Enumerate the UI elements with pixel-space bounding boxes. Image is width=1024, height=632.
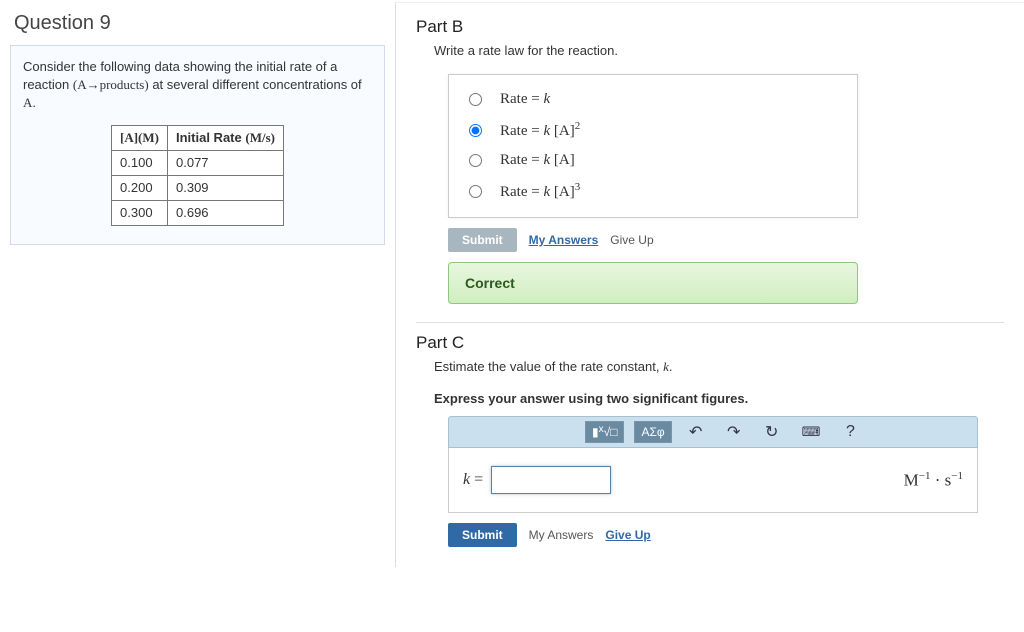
give-up-link[interactable]: Give Up (605, 528, 650, 542)
answer-box: ▮x√□ ΑΣφ ↶ ↷ ↻ ⌨ ? k = M−1 · s−1 (448, 416, 978, 513)
choice-label: Rate = k [A]2 (500, 120, 580, 140)
part-c-actions: Submit My Answers Give Up (448, 523, 1004, 547)
part-b-title: Part B (416, 17, 1004, 37)
choice-option[interactable]: Rate = k (457, 85, 849, 114)
submit-button[interactable]: Submit (448, 228, 517, 252)
my-answers-link[interactable]: My Answers (529, 233, 599, 247)
question-title: Question 9 (14, 12, 385, 35)
part-b-actions: Submit My Answers Give Up (448, 228, 1004, 252)
choice-label: Rate = k (500, 91, 550, 108)
part-c-title: Part C (416, 333, 1004, 353)
choice-option[interactable]: Rate = k [A] (457, 146, 849, 175)
data-table: [A](M) Initial Rate (M/s) 0.1000.077 0.2… (111, 125, 284, 227)
choice-label: Rate = k [A]3 (500, 181, 580, 201)
radio-option-3[interactable] (469, 154, 482, 167)
choice-label: Rate = k [A] (500, 152, 575, 169)
keyboard-icon[interactable]: ⌨ (796, 421, 827, 443)
divider (416, 322, 1004, 323)
part-c-prompt: Estimate the value of the rate constant,… (434, 359, 1004, 375)
units-label: M−1 · s−1 (904, 470, 963, 491)
choice-option[interactable]: Rate = k [A]2 (457, 114, 849, 146)
stem-text: Consider the following data showing the … (23, 58, 372, 113)
radio-option-4[interactable] (469, 185, 482, 198)
table-row: 0.3000.696 (112, 201, 284, 226)
col-header-rate: Initial Rate (M/s) (168, 125, 284, 150)
col-header-concentration: [A](M) (112, 125, 168, 150)
rate-constant-input[interactable] (491, 466, 611, 494)
radio-option-2[interactable] (469, 124, 482, 137)
feedback-correct: Correct (448, 262, 858, 304)
part-c-instruction: Express your answer using two significan… (434, 391, 1004, 406)
part-b-prompt: Write a rate law for the reaction. (434, 43, 1004, 58)
undo-icon[interactable]: ↶ (682, 421, 710, 443)
radio-option-1[interactable] (469, 93, 482, 106)
choice-panel: Rate = k Rate = k [A]2 Rate = k [A] Rate… (448, 74, 858, 218)
give-up-link[interactable]: Give Up (610, 233, 653, 247)
template-tool-icon[interactable]: ▮x√□ (585, 421, 624, 443)
redo-icon[interactable]: ↷ (720, 421, 748, 443)
question-stem: Consider the following data showing the … (10, 45, 385, 245)
choice-option[interactable]: Rate = k [A]3 (457, 175, 849, 207)
help-icon[interactable]: ? (836, 421, 864, 443)
greek-tool-icon[interactable]: ΑΣφ (634, 421, 671, 443)
reset-icon[interactable]: ↻ (758, 421, 786, 443)
table-row: 0.1000.077 (112, 150, 284, 175)
variable-label: k = (463, 471, 483, 489)
table-row: 0.2000.309 (112, 175, 284, 200)
my-answers-link[interactable]: My Answers (529, 528, 594, 542)
submit-button[interactable]: Submit (448, 523, 517, 547)
table-header-row: [A](M) Initial Rate (M/s) (112, 125, 284, 150)
equation-toolbar: ▮x√□ ΑΣφ ↶ ↷ ↻ ⌨ ? (448, 416, 978, 448)
